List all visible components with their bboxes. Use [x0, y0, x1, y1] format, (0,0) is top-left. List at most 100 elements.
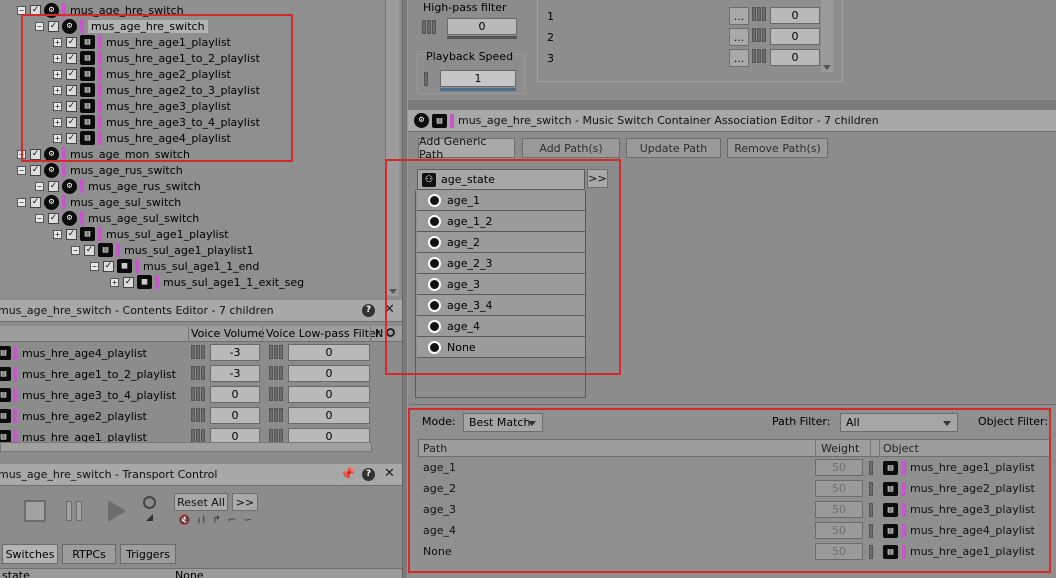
volume-value[interactable]: 0	[210, 386, 260, 403]
include-checkbox[interactable]: ✓	[66, 84, 77, 96]
highpass-value[interactable]: 0	[447, 18, 517, 35]
browse-button[interactable]: ...	[729, 28, 749, 46]
lowpass-sliders-icon[interactable]	[269, 345, 284, 362]
include-checkbox[interactable]: ✓	[84, 244, 95, 256]
include-checkbox[interactable]: ✓	[48, 212, 59, 224]
tree-item[interactable]: + ✓ ▤ mus_hre_age4_playlist	[53, 130, 231, 146]
lowpass-sliders-icon[interactable]	[269, 387, 284, 404]
expand-plus-icon[interactable]: +	[53, 101, 62, 111]
table-row[interactable]: ▤ mus_hre_age3_to_4_playlist 0 0	[0, 385, 372, 406]
collapse-minus-icon[interactable]: −	[17, 149, 26, 159]
tree-item[interactable]: − ✓ ⚙ mus_age_sul_switch	[17, 194, 181, 210]
add-generic-path-button[interactable]: Add Generic Path	[418, 135, 515, 161]
volume-sliders-icon[interactable]	[191, 345, 206, 362]
state-item[interactable]: age_2	[417, 232, 585, 253]
state-item[interactable]: age_3	[417, 274, 585, 295]
volume-value[interactable]: 0	[210, 407, 260, 424]
state-item[interactable]: age_4	[417, 316, 585, 337]
path-row[interactable]: age_4 50 ▤ mus_hre_age4_playlist	[418, 521, 1050, 542]
tree-item[interactable]: + ✓ ▤ mus_hre_age1_to_2_playlist	[53, 50, 260, 66]
collapse-minus-icon[interactable]: −	[35, 21, 44, 31]
tab-switches[interactable]: Switches	[2, 544, 58, 564]
lowpass-value[interactable]: 0	[288, 386, 370, 403]
table-row[interactable]: ▤ mus_hre_age2_playlist 0 0	[0, 406, 372, 427]
stop-button[interactable]	[24, 500, 46, 522]
state-item[interactable]: age_3_4	[417, 295, 585, 316]
expand-plus-icon[interactable]: −	[71, 245, 80, 255]
highpass-sliders-icon[interactable]	[422, 20, 437, 37]
path-row[interactable]: age_3 50 ▤ mus_hre_age3_playlist	[418, 500, 1050, 521]
expand-plus-icon[interactable]: +	[53, 69, 62, 79]
expand-plus-icon[interactable]: −	[90, 261, 99, 271]
include-checkbox[interactable]: ✓	[66, 100, 77, 112]
scroll-down-arrow-icon[interactable]	[389, 289, 397, 294]
playback-value[interactable]: 1	[440, 70, 516, 87]
weight-value[interactable]: 50	[815, 501, 863, 518]
include-checkbox[interactable]: ✓	[123, 276, 134, 288]
state-value[interactable]: None	[175, 569, 204, 578]
collapse-minus-icon[interactable]: −	[17, 197, 26, 207]
include-checkbox[interactable]: ✓	[48, 180, 59, 192]
lowpass-value[interactable]: 0	[288, 407, 370, 424]
expand-plus-icon[interactable]: +	[53, 229, 62, 239]
expand-plus-icon[interactable]: +	[53, 117, 62, 127]
lowpass-sliders-icon[interactable]	[269, 408, 284, 425]
path-row[interactable]: age_1 50 ▤ mus_hre_age1_playlist	[418, 458, 1050, 479]
include-checkbox[interactable]: ✓	[30, 196, 41, 208]
volume-sliders-icon[interactable]	[191, 408, 206, 425]
state-item[interactable]: age_1	[417, 190, 585, 211]
table-row[interactable]: ▤ mus_hre_age1_to_2_playlist -3 0	[0, 364, 372, 385]
close-icon[interactable]: ✕	[384, 466, 395, 481]
weight-sliders-icon[interactable]	[869, 503, 874, 520]
property-sliders-icon[interactable]	[752, 28, 767, 45]
include-checkbox[interactable]: ✓	[66, 36, 77, 48]
col-weight[interactable]: Weight	[821, 442, 859, 455]
pause-button[interactable]	[66, 501, 84, 521]
lowpass-value[interactable]: 0	[288, 365, 370, 382]
tree-item[interactable]: − ✓ ⚙ mus_age_hre_switch	[35, 18, 208, 34]
mode-select[interactable]: Best Match	[463, 413, 543, 432]
include-checkbox[interactable]: ✓	[30, 164, 41, 176]
contents-editor-hscroll[interactable]	[0, 442, 372, 452]
expand-plus-icon[interactable]: +	[53, 53, 62, 63]
tree-item[interactable]: − ✓ ⚙ mus_age_sul_switch	[35, 210, 199, 226]
path-row[interactable]: None 50 ▤ mus_hre_age1_playlist	[418, 542, 1050, 563]
volume-sliders-icon[interactable]	[191, 366, 206, 383]
col-n[interactable]: N	[375, 327, 383, 340]
pin-icon[interactable]: 📌	[340, 467, 355, 481]
property-value[interactable]: 0	[770, 7, 820, 24]
tab-triggers[interactable]: Triggers	[120, 544, 176, 564]
expand-plus-icon[interactable]: +	[110, 277, 119, 287]
include-checkbox[interactable]: ✓	[66, 116, 77, 128]
state-item[interactable]: None	[417, 337, 585, 358]
include-checkbox[interactable]: ✓	[103, 260, 114, 272]
tree-item[interactable]: + ✓ ▤ mus_hre_age3_to_4_playlist	[53, 114, 260, 130]
property-list-scrollbar[interactable]	[821, 0, 833, 72]
col-path[interactable]: Path	[423, 442, 447, 455]
tree-scrollbar[interactable]	[385, 0, 399, 296]
path-filter-select[interactable]: All	[840, 413, 958, 432]
col-voice-lowpass[interactable]: Voice Low-pass Filter	[266, 327, 380, 340]
expand-plus-icon[interactable]: +	[53, 37, 62, 47]
tree-item[interactable]: − ✓ ⚙ mus_age_hre_switch	[17, 2, 184, 18]
expand-plus-icon[interactable]: +	[53, 133, 62, 143]
tree-item[interactable]: + ✓ ▤ mus_hre_age3_playlist	[53, 98, 231, 114]
lowpass-sliders-icon[interactable]	[269, 366, 284, 383]
update-path-button[interactable]: Update Path	[626, 138, 721, 158]
tree-item[interactable]: + ✓ ▤ mus_hre_age2_playlist	[53, 66, 231, 82]
include-checkbox[interactable]: ✓	[66, 228, 77, 240]
clock-icon[interactable]	[143, 496, 156, 509]
state-item[interactable]: age_1_2	[417, 211, 585, 232]
collapse-minus-icon[interactable]: −	[35, 213, 44, 223]
lowpass-value[interactable]: 0	[288, 344, 370, 361]
weight-sliders-icon[interactable]	[869, 545, 874, 562]
collapse-minus-icon[interactable]: −	[17, 5, 26, 15]
reset-all-button[interactable]: Reset All	[174, 493, 228, 511]
add-paths-button[interactable]: Add Path(s)	[522, 138, 620, 158]
tree-item[interactable]: − ✓ ▤ mus_sul_age1_playlist1	[71, 242, 254, 258]
include-checkbox[interactable]: ✓	[66, 52, 77, 64]
transport-more-button[interactable]: >>	[232, 493, 258, 511]
property-value[interactable]: 0	[770, 49, 820, 66]
weight-sliders-icon[interactable]	[869, 524, 874, 541]
include-checkbox[interactable]: ✓	[66, 68, 77, 80]
